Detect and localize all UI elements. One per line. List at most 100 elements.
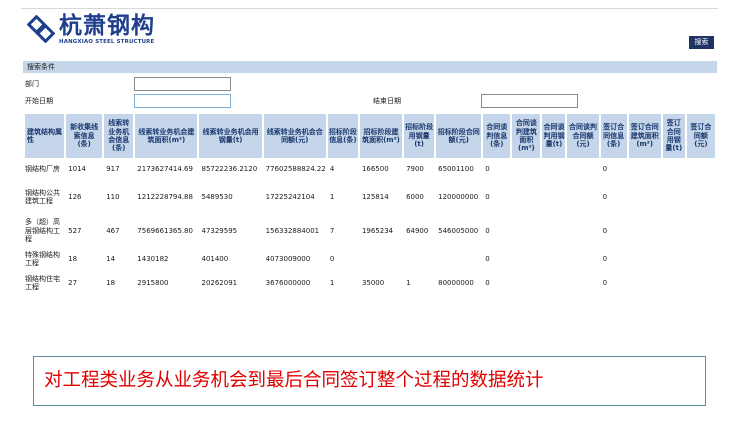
column-header: 招标阶段合同额(元) — [436, 114, 482, 158]
table-cell: 156332884001 — [265, 226, 320, 235]
table-cell: 110 — [106, 192, 120, 201]
table-cell: 0 — [329, 254, 335, 263]
table-cell — [567, 214, 598, 248]
table-cell — [629, 248, 661, 270]
column-header: 招标阶段信息(条) — [327, 114, 358, 158]
table-cell — [360, 248, 402, 270]
table-cell: 14 — [106, 254, 116, 263]
table-row: 多（超）高层钢结构工程 527 467 7569661365.80 47329595 15… — [25, 214, 715, 248]
app-screen: 杭萧钢构 HANGXIAO STEEL STRUCTURE 搜索 搜索条件 部门… — [21, 8, 718, 310]
table-cell: 20262091 — [201, 278, 238, 287]
table-cell: 527 — [68, 226, 82, 235]
brand-logo: 杭萧钢构 HANGXIAO STEEL STRUCTURE — [27, 13, 167, 51]
table-cell: 0 — [602, 164, 608, 173]
table-cell — [512, 248, 540, 270]
structure-type-cell: 钢结构公共建筑工程 — [25, 188, 60, 205]
start-date-input[interactable] — [134, 94, 231, 108]
table-cell: 1014 — [68, 164, 86, 173]
table-cell: 1430182 — [137, 254, 169, 263]
table-cell: 64900 — [406, 226, 429, 235]
table-cell: 125814 — [361, 192, 389, 201]
table-cell — [687, 180, 715, 214]
structure-type-cell: 钢结构厂房 — [25, 164, 60, 173]
table-cell: 0 — [485, 164, 490, 173]
column-header: 签订合同额(元) — [686, 114, 715, 158]
table-cell: 467 — [106, 226, 120, 235]
table-cell — [567, 158, 598, 180]
search-button[interactable]: 搜索 — [689, 36, 714, 49]
table-cell: 1 — [406, 278, 411, 287]
table-cell: 5489530 — [201, 192, 233, 201]
table-cell — [629, 158, 661, 180]
department-input[interactable] — [134, 77, 231, 91]
table-cell — [663, 214, 685, 248]
column-header: 招标阶段建筑面积(m²) — [359, 114, 403, 158]
table-cell — [512, 180, 540, 214]
table-cell — [512, 158, 540, 180]
column-header: 签订合同信息(条) — [600, 114, 627, 158]
table-cell: 2915800 — [137, 278, 169, 287]
column-header: 签订合同建筑面积(m²) — [628, 114, 661, 158]
table-cell — [436, 248, 481, 270]
column-header: 线索转业务机会建筑面积(m²) — [135, 114, 198, 158]
search-conditions-header: 搜索条件 — [23, 61, 717, 73]
table-cell: 27 — [68, 278, 78, 287]
table-cell: 166500 — [361, 164, 389, 173]
table-cell — [542, 248, 565, 270]
table-cell: 1 — [329, 278, 335, 287]
table-cell — [663, 180, 685, 214]
table-cell — [542, 158, 565, 180]
brand-name-en: HANGXIAO STEEL STRUCTURE — [59, 39, 155, 45]
table-cell: 7569661365.80 — [137, 226, 193, 235]
end-date-label: 结束日期 — [373, 97, 401, 105]
column-header: 合同谈判用钢量(t) — [542, 114, 566, 158]
table-cell: 0 — [485, 226, 490, 235]
table-cell: 1 — [329, 192, 335, 201]
table-cell: 126 — [68, 192, 82, 201]
table-cell: 18 — [106, 278, 116, 287]
caption-box: 对工程类业务从业务机会到最后合同签订整个过程的数据统计 — [33, 356, 706, 406]
table-cell: 1965234 — [361, 226, 394, 235]
table-row: 钢结构公共建筑工程 126 110 1212228794.88 5489530 17225… — [25, 180, 715, 214]
table-cell — [512, 214, 540, 248]
table-cell: 65001100 — [438, 164, 474, 173]
table-cell: 18 — [68, 254, 78, 263]
column-header: 线索转业务机会合同额(元) — [263, 114, 326, 158]
table-cell: 0 — [485, 192, 490, 201]
column-header: 新收集线索信息(条) — [66, 114, 103, 158]
caption-text: 对工程类业务从业务机会到最后合同签订整个过程的数据统计 — [44, 370, 544, 391]
table-cell: 3676000000 — [265, 278, 311, 287]
column-header: 线索转业务机会信息(条) — [104, 114, 134, 158]
table-cell — [663, 248, 685, 270]
table-cell — [567, 180, 598, 214]
table-cell: 0 — [485, 278, 490, 287]
table-cell — [687, 270, 715, 296]
structure-type-cell: 钢结构住宅工程 — [25, 274, 60, 291]
table-cell: 35000 — [361, 278, 385, 287]
table-cell — [663, 270, 685, 296]
table-cell: 917 — [106, 164, 120, 173]
table-cell: 4073009000 — [265, 254, 311, 263]
table-header-row: 建筑结构属性 新收集线索信息(条) 线索转业务机会信息(条) 线索转业务机会建筑… — [25, 114, 715, 158]
table-cell: 47329595 — [201, 226, 238, 235]
table-cell: 546005000 — [438, 226, 479, 235]
table-cell — [687, 158, 715, 180]
table-cell — [404, 248, 434, 270]
table-cell: 401400 — [201, 254, 229, 263]
table-row: 钢结构厂房 1014 917 2173627414.69 85722236.2120 77… — [25, 158, 715, 180]
table-cell — [542, 180, 565, 214]
column-header: 签订合同用钢量(t) — [662, 114, 685, 158]
table-cell — [542, 270, 565, 296]
column-header: 招标阶段用钢量(t) — [404, 114, 435, 158]
end-date-input[interactable] — [481, 94, 578, 108]
table-cell — [687, 248, 715, 270]
statistics-table: 建筑结构属性 新收集线索信息(条) 线索转业务机会信息(条) 线索转业务机会建筑… — [23, 114, 717, 296]
column-header: 建筑结构属性 — [25, 114, 65, 158]
table-cell — [687, 214, 715, 248]
structure-type-cell: 特殊钢结构工程 — [25, 250, 60, 267]
column-header: 线索转业务机会用钢量(t) — [199, 114, 262, 158]
table-cell: 0 — [602, 278, 608, 287]
table-cell — [512, 270, 540, 296]
column-header: 合同谈判信息(条) — [483, 114, 511, 158]
table-cell — [567, 270, 598, 296]
